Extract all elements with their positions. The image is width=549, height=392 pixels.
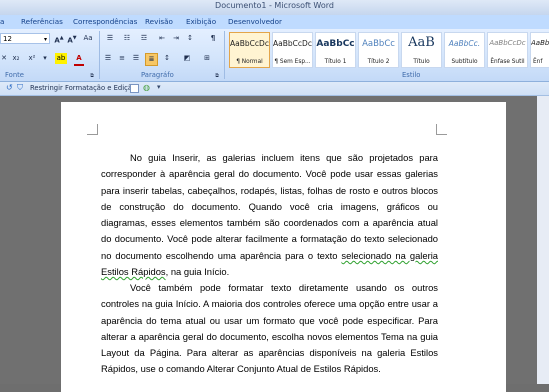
highlight-icon[interactable]: ab xyxy=(55,53,67,64)
document-paragraph[interactable]: No guia Inserir, as galerias incluem ite… xyxy=(101,150,438,280)
decrease-indent-icon[interactable]: ⇤ xyxy=(156,33,168,44)
style-name: Ênfase Sutil xyxy=(490,59,525,65)
subscript-button[interactable]: x₂ xyxy=(10,53,22,64)
tab-review[interactable]: Revisão xyxy=(145,16,173,28)
paragraph-group-label: Paragráfo xyxy=(141,71,174,79)
style-sample: AaB xyxy=(408,35,435,50)
grammar-flagged-text[interactable]: selecionado na galeria xyxy=(341,250,438,261)
style-heading-1[interactable]: AaBbCc Título 1 xyxy=(315,32,356,68)
align-left-icon[interactable]: ☰ xyxy=(103,53,113,64)
tab-partial[interactable]: a xyxy=(0,16,4,28)
shading-icon[interactable]: ◩ xyxy=(180,53,194,64)
justify-icon[interactable]: ≣ xyxy=(145,53,158,66)
style-no-spacing[interactable]: AaBbCcDc ¶ Sem Esp... xyxy=(272,32,313,68)
align-right-icon[interactable]: ☰ xyxy=(131,53,141,64)
paragraph-mark-glyph: ¶ xyxy=(210,34,216,42)
title-bar: Documento1 - Microsoft Word xyxy=(0,0,549,15)
separator xyxy=(224,31,225,79)
margin-corner-mark xyxy=(87,124,98,135)
paragraph-dialog-launcher-icon[interactable]: ⧉ xyxy=(213,71,221,82)
toolbar-row: ↺ ⛉ Restringir Formatação e Edição ◍ ▾ xyxy=(0,82,549,96)
undo-icon[interactable]: ↺ xyxy=(6,83,13,92)
bullets-icon[interactable]: ☰ xyxy=(103,33,117,44)
style-name: Título 1 xyxy=(324,59,347,65)
grammar-flagged-text[interactable]: Estilos Rápidos xyxy=(101,266,166,277)
shield-icon[interactable]: ⛉ xyxy=(17,83,23,93)
styles-group-label: Estilo xyxy=(402,71,421,79)
paragraph-text: Você também pode formatar texto diretame… xyxy=(101,282,438,375)
grow-font-button[interactable]: A▲ xyxy=(54,33,64,44)
style-sample: AaBbCcDc xyxy=(273,39,312,48)
font-color-glyph: A xyxy=(76,54,82,62)
style-sample: AaBbCcDc xyxy=(230,39,269,48)
globe-icon[interactable]: ◍ xyxy=(143,83,150,92)
style-sample: AaBbCcDc xyxy=(489,39,526,47)
customize-dropdown-icon[interactable]: ▾ xyxy=(157,83,161,91)
line-spacing-icon[interactable]: ↕ xyxy=(161,53,173,64)
style-heading-2[interactable]: AaBbCc Título 2 xyxy=(358,32,399,68)
borders-icon[interactable]: ⊞ xyxy=(200,53,214,64)
subscript-glyph: x₂ xyxy=(12,54,20,62)
style-sample: AaBbCc. xyxy=(448,39,481,48)
sort-icon[interactable]: ↕ xyxy=(185,33,195,44)
vertical-scrollbar[interactable] xyxy=(537,96,549,384)
style-sample: AaBbCc xyxy=(316,39,355,49)
font-group-label: Fonte xyxy=(5,71,24,79)
style-name: Ênf xyxy=(533,59,543,65)
chevron-down-icon: ▾ xyxy=(43,36,47,43)
style-name: Título xyxy=(413,59,430,65)
font-size-value: 12 xyxy=(3,35,12,43)
style-emphasis[interactable]: AaBbC Ênf xyxy=(530,32,549,68)
style-sample: AaBbC xyxy=(531,39,549,47)
style-name: Subtítulo xyxy=(451,59,478,65)
style-name: ¶ Sem Esp... xyxy=(274,59,311,65)
font-dialog-launcher-icon[interactable]: ⧉ xyxy=(88,71,96,82)
numbering-icon[interactable]: ☷ xyxy=(120,33,134,44)
restrict-editing-button[interactable]: Restringir Formatação e Edição xyxy=(30,84,136,92)
style-name: ¶ Normal xyxy=(236,59,263,65)
align-center-icon[interactable]: ≡ xyxy=(117,53,127,64)
paragraph-text: No guia Inserir, as galerias incluem ite… xyxy=(101,152,438,261)
document-paragraph[interactable]: Você também pode formatar texto diretame… xyxy=(101,280,438,378)
style-subtle-emphasis[interactable]: AaBbCcDc Ênfase Sutil xyxy=(487,32,528,68)
clear-format-button[interactable]: Aa xyxy=(81,33,95,44)
paragraph-text: , na guia Início. xyxy=(165,266,230,278)
window-title: Documento1 - Microsoft Word xyxy=(215,1,334,10)
document-icon[interactable] xyxy=(130,84,139,93)
ribbon-tabs: a Referências Correspondências Revisão E… xyxy=(0,15,549,30)
superscript-button[interactable]: x² xyxy=(26,53,38,64)
style-name: Título 2 xyxy=(367,59,390,65)
superscript-glyph: x² xyxy=(28,54,36,62)
ribbon: 12 ▾ A▲ A▼ Aa ✕ x₂ x² ▾ ab A Fonte ⧉ ☰ ☷… xyxy=(0,29,549,82)
style-subtitle[interactable]: AaBbCc. Subtítulo xyxy=(444,32,485,68)
tab-references[interactable]: Referências xyxy=(21,16,63,28)
multilevel-list-icon[interactable]: ☲ xyxy=(137,33,151,44)
margin-corner-mark xyxy=(436,124,447,135)
tab-developer[interactable]: Desenvolvedor xyxy=(228,16,282,28)
clear-format-glyph: Aa xyxy=(83,34,93,42)
document-page[interactable]: No guia Inserir, as galerias incluem ite… xyxy=(61,102,506,392)
increase-indent-icon[interactable]: ⇥ xyxy=(170,33,182,44)
show-marks-button[interactable]: ¶ xyxy=(208,33,218,44)
style-title[interactable]: AaB Título xyxy=(401,32,442,68)
separator xyxy=(99,31,100,79)
strikethrough-icon[interactable]: ✕ xyxy=(0,53,8,64)
style-normal[interactable]: AaBbCcDc ¶ Normal xyxy=(229,32,270,68)
font-color-button[interactable]: A xyxy=(74,53,84,66)
tab-view[interactable]: Exibição xyxy=(186,16,216,28)
shrink-font-button[interactable]: A▼ xyxy=(67,33,77,44)
style-sample: AaBbCc xyxy=(362,39,395,49)
font-size-combo[interactable]: 12 ▾ xyxy=(0,33,50,44)
text-effects-icon[interactable]: ▾ xyxy=(41,53,49,64)
tab-mailings[interactable]: Correspondências xyxy=(73,16,137,28)
